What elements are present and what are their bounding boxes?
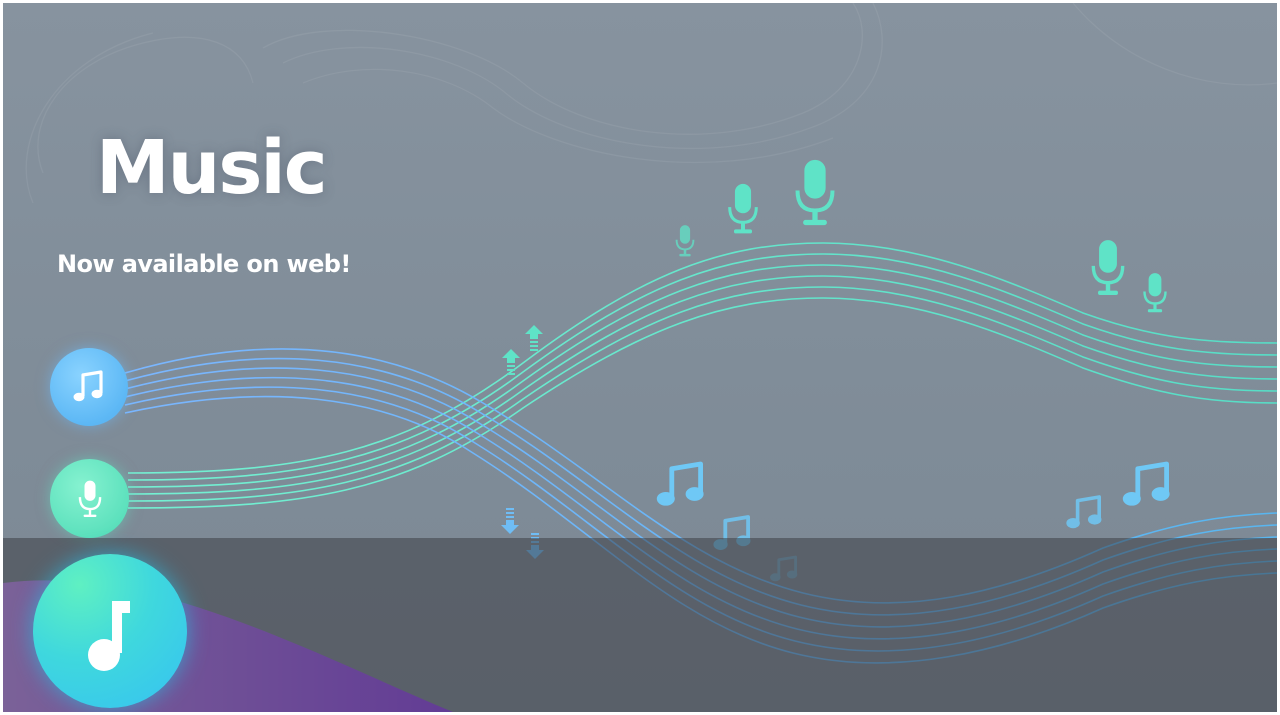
music-note-icon bbox=[73, 370, 103, 402]
floating-microphones bbox=[675, 158, 1167, 314]
dim-overlay bbox=[3, 538, 1277, 712]
arrow-down-icon bbox=[501, 508, 519, 534]
music-note-circle bbox=[50, 348, 128, 426]
microphone-icon bbox=[675, 224, 695, 258]
microphone-icon bbox=[1091, 239, 1125, 297]
banner-title: Music bbox=[96, 125, 328, 211]
microphone-icon bbox=[78, 480, 101, 517]
microphone-icon bbox=[795, 158, 835, 227]
music-promo-banner: Music Now available on web! bbox=[3, 3, 1277, 712]
music-note-icon bbox=[88, 601, 130, 671]
music-notes-icon bbox=[657, 464, 703, 505]
music-notes-icon bbox=[1123, 464, 1169, 505]
microphone-circle bbox=[50, 459, 129, 538]
music-notes-icon bbox=[1065, 495, 1103, 530]
microphone-icon bbox=[1143, 272, 1167, 314]
banner-subtitle: Now available on web! bbox=[57, 250, 351, 278]
microphone-icon bbox=[728, 182, 758, 235]
arrow-up-icon bbox=[525, 325, 543, 351]
music-app-icon bbox=[33, 554, 187, 708]
upload-arrows bbox=[502, 325, 543, 375]
